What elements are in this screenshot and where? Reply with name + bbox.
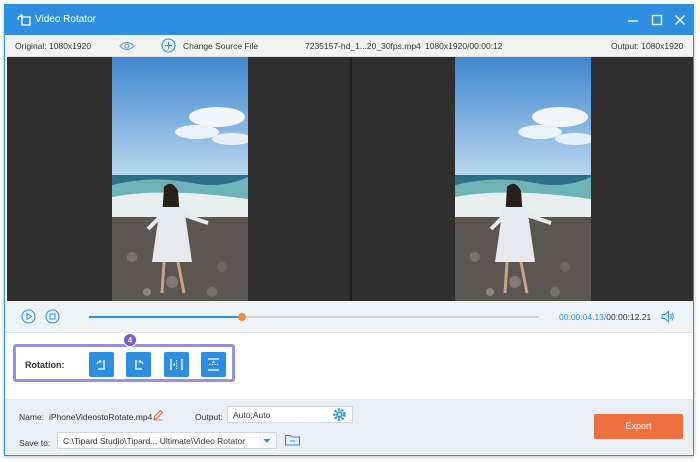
time-readout: 00:00:04.13/00:00:12.21	[559, 312, 651, 322]
title-bar: Video Rotator	[5, 5, 693, 35]
flip-vertical-icon	[208, 358, 219, 371]
volume-icon[interactable]	[661, 310, 675, 323]
source-filename: 7235157-hd_1...20_30fps.mp4	[305, 41, 421, 51]
add-circle-icon[interactable]	[161, 38, 176, 53]
gear-icon[interactable]	[332, 407, 347, 422]
change-source-file-button[interactable]: Change Source File	[183, 41, 258, 51]
rotate-right-icon	[135, 359, 144, 370]
video-preview-area	[7, 57, 693, 301]
progress-fill	[89, 316, 242, 318]
original-resolution: Original: 1080x1920	[15, 41, 92, 51]
info-bar: Original: 1080x1920 Change Source File 7…	[5, 35, 693, 57]
window-title: Video Rotator	[35, 14, 96, 25]
output-video-frame	[455, 57, 591, 301]
edit-pencil-icon[interactable]	[152, 409, 164, 421]
output-resolution: Output: 1080x1920	[611, 41, 684, 51]
total-time: 00:00:12.21	[606, 312, 652, 322]
save-to-path: C:\Tipard Studio\Tipard... Ultimate\Vide…	[63, 436, 246, 446]
output-format-value: Auto;Auto	[233, 410, 271, 420]
rotate-left-icon	[96, 359, 105, 370]
output-filename: iPhoneVideostoRotate.mp4	[49, 412, 153, 422]
stop-icon[interactable]	[45, 309, 60, 324]
rotate-app-icon	[17, 14, 31, 26]
maximize-icon[interactable]	[649, 12, 665, 28]
save-to-label: Save to:	[19, 438, 51, 448]
progress-track[interactable]	[89, 313, 539, 321]
play-icon[interactable]	[21, 309, 36, 324]
rotation-section: Rotation: 4	[5, 333, 693, 399]
rotate-left-button[interactable]	[89, 352, 114, 377]
eye-icon[interactable]	[119, 41, 135, 51]
name-label: Name:	[19, 412, 45, 422]
video-rotator-window: Video Rotator Original: 1080x1920 Change…	[4, 4, 694, 456]
step-number-badge: 4	[123, 333, 137, 347]
save-to-path-field[interactable]: C:\Tipard Studio\Tipard... Ultimate\Vide…	[57, 432, 277, 449]
playback-controls: 00:00:04.13/00:00:12.21	[5, 301, 693, 333]
source-metadata: 1080x1920/00:00:12	[425, 41, 503, 51]
progress-thumb[interactable]	[238, 313, 246, 321]
close-icon[interactable]	[672, 12, 688, 28]
flip-horizontal-icon	[170, 359, 183, 370]
preview-divider	[350, 57, 352, 301]
folder-icon[interactable]	[284, 433, 301, 447]
flip-vertical-button[interactable]	[201, 352, 226, 377]
flip-horizontal-button[interactable]	[164, 352, 189, 377]
minimize-icon[interactable]	[625, 12, 641, 28]
rotation-label: Rotation:	[25, 360, 65, 370]
chevron-down-icon[interactable]	[259, 433, 275, 448]
output-label: Output:	[195, 412, 223, 422]
export-button[interactable]: Export	[594, 414, 683, 439]
original-video-frame	[112, 57, 248, 301]
rotate-right-button[interactable]	[126, 352, 151, 377]
export-settings-panel: Name: iPhoneVideostoRotate.mp4 Output: A…	[5, 399, 693, 455]
current-time: 00:00:04.13	[559, 312, 604, 322]
rotation-highlight-box: Rotation:	[13, 344, 235, 382]
